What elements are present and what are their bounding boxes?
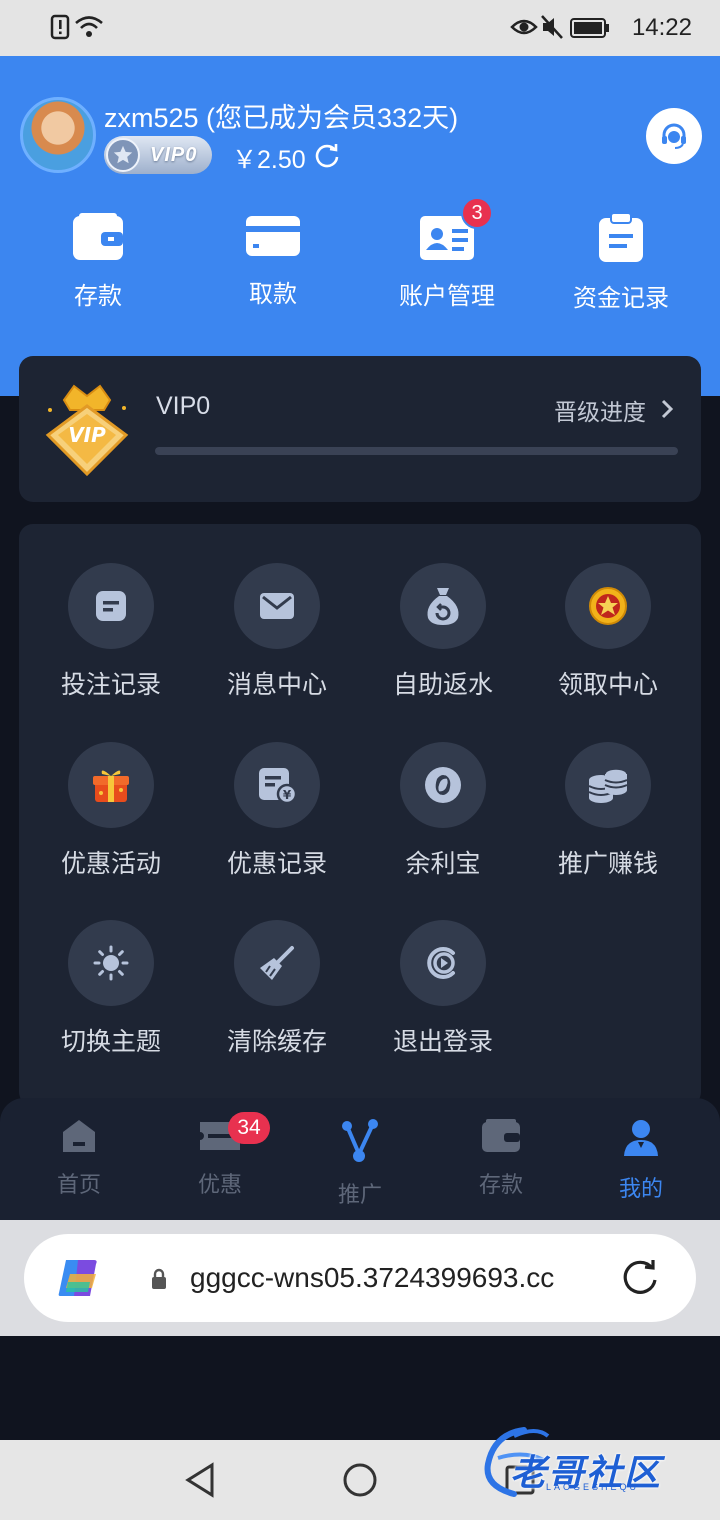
svg-text:VIP: VIP [68,423,106,447]
copilot-icon[interactable] [56,1256,104,1300]
vip-badge-label: VIP0 [150,143,198,166]
quick-records-label: 资金记录 [573,285,669,312]
menu-item-bet-records[interactable]: 投注记录 [28,563,194,701]
nav-deposit[interactable]: 存款 [446,1118,556,1199]
receipt-yen-icon: ¥ [259,768,297,804]
mute-icon [541,15,563,39]
lock-icon [152,1268,166,1289]
status-bar: 14:22 [0,0,720,56]
sun-icon [93,945,129,981]
headset-icon [662,123,686,149]
mail-icon [260,593,294,619]
menu-label: 推广赚钱 [557,850,658,878]
quick-withdraw-button[interactable]: 取款 [213,212,333,309]
menu-label: 自助返水 [392,671,493,699]
vip-level: VIP0 [156,392,211,420]
battery-icon [570,18,609,38]
nav-mine-label: 我的 [618,1176,663,1201]
logout-icon [427,947,455,979]
menu-label: 优惠活动 [60,850,161,878]
back-icon[interactable] [184,1462,216,1498]
menu-label: 切换主题 [60,1028,161,1056]
gift-icon [93,770,129,802]
quick-withdraw-label: 取款 [249,281,297,308]
svg-text:¥: ¥ [283,788,292,802]
vip-crown-icon: VIP [45,384,129,477]
url-text: gggcc-wns05.3724399693.cc [190,1262,555,1293]
vip-progress-bar [155,447,678,455]
yulibao-icon [425,767,461,803]
menu-label: 投注记录 [60,671,161,699]
account-badge: 3 [461,197,493,229]
broom-icon [260,946,294,980]
money-bag-icon [427,588,459,625]
wallet-icon [73,213,123,260]
balance: ￥2.50 [232,146,306,174]
clipboard-icon [599,212,643,262]
clock: 14:22 [631,14,692,41]
coin-stack-icon [588,768,628,803]
reload-icon[interactable] [620,1258,660,1298]
home-circle-icon[interactable] [342,1462,378,1498]
menu-item-referral[interactable]: 推广赚钱 [525,742,691,880]
note-icon [96,591,126,621]
menu-label: 清除缓存 [226,1028,327,1056]
nav-home[interactable]: 首页 [24,1118,134,1199]
wifi-icon [75,16,103,37]
menu-item-messages[interactable]: 消息中心 [194,563,360,701]
refresh-balance-icon[interactable] [314,142,340,168]
eye-icon [510,19,538,35]
home-icon [63,1120,95,1152]
wallet-icon [482,1119,520,1152]
quick-account-button[interactable]: 账户管理 [387,212,507,311]
menu-item-yulibao[interactable]: 余利宝 [360,742,526,880]
offers-badge: 34 [228,1112,270,1144]
menu-item-claim-center[interactable]: 领取中心 [525,563,691,701]
chevron-right-icon [661,399,674,419]
menu-label: 领取中心 [557,671,658,699]
star-icon [106,138,140,172]
menu-item-promo-records[interactable]: ¥ 优惠记录 [194,742,360,880]
customer-service-button[interactable] [646,108,702,164]
username: zxm525 (您已成为会员332天) [104,103,459,133]
nav-promote[interactable]: 推广 [305,1118,415,1209]
nav-deposit-label: 存款 [478,1172,523,1197]
menu-label: 消息中心 [226,671,327,699]
quick-account-label: 账户管理 [399,283,495,310]
menu-label: 优惠记录 [226,850,327,878]
menu-item-rebate[interactable]: 自助返水 [360,563,526,701]
menu-label: 退出登录 [392,1028,493,1056]
quick-records-button[interactable]: 资金记录 [561,212,681,313]
menu-item-theme[interactable]: 切换主题 [28,920,194,1058]
nav-offers-label: 优惠 [197,1172,242,1197]
avatar[interactable] [20,97,96,173]
quick-deposit-label: 存款 [74,283,122,310]
watermark-subtext: LAOGESHEQU [546,1482,640,1492]
gold-coin-icon [589,587,627,625]
menu-item-clear-cache[interactable]: 清除缓存 [194,920,360,1058]
menu-item-logout[interactable]: 退出登录 [360,920,526,1058]
nav-mine[interactable]: 我的 [586,1118,696,1203]
menu-label: 余利宝 [405,850,481,878]
nav-promote-label: 推广 [337,1182,382,1207]
user-icon [624,1120,658,1156]
upgrade-progress-link[interactable]: 晋级进度 [554,393,646,427]
menu-item-promotions[interactable]: 优惠活动 [28,742,194,880]
vip-badge: VIP0 [104,136,212,174]
nav-home-label: 首页 [56,1172,101,1197]
share-icon [342,1119,378,1162]
alert-icon [50,14,70,40]
quick-deposit-button[interactable]: 存款 [38,212,158,311]
card-icon [246,216,300,256]
